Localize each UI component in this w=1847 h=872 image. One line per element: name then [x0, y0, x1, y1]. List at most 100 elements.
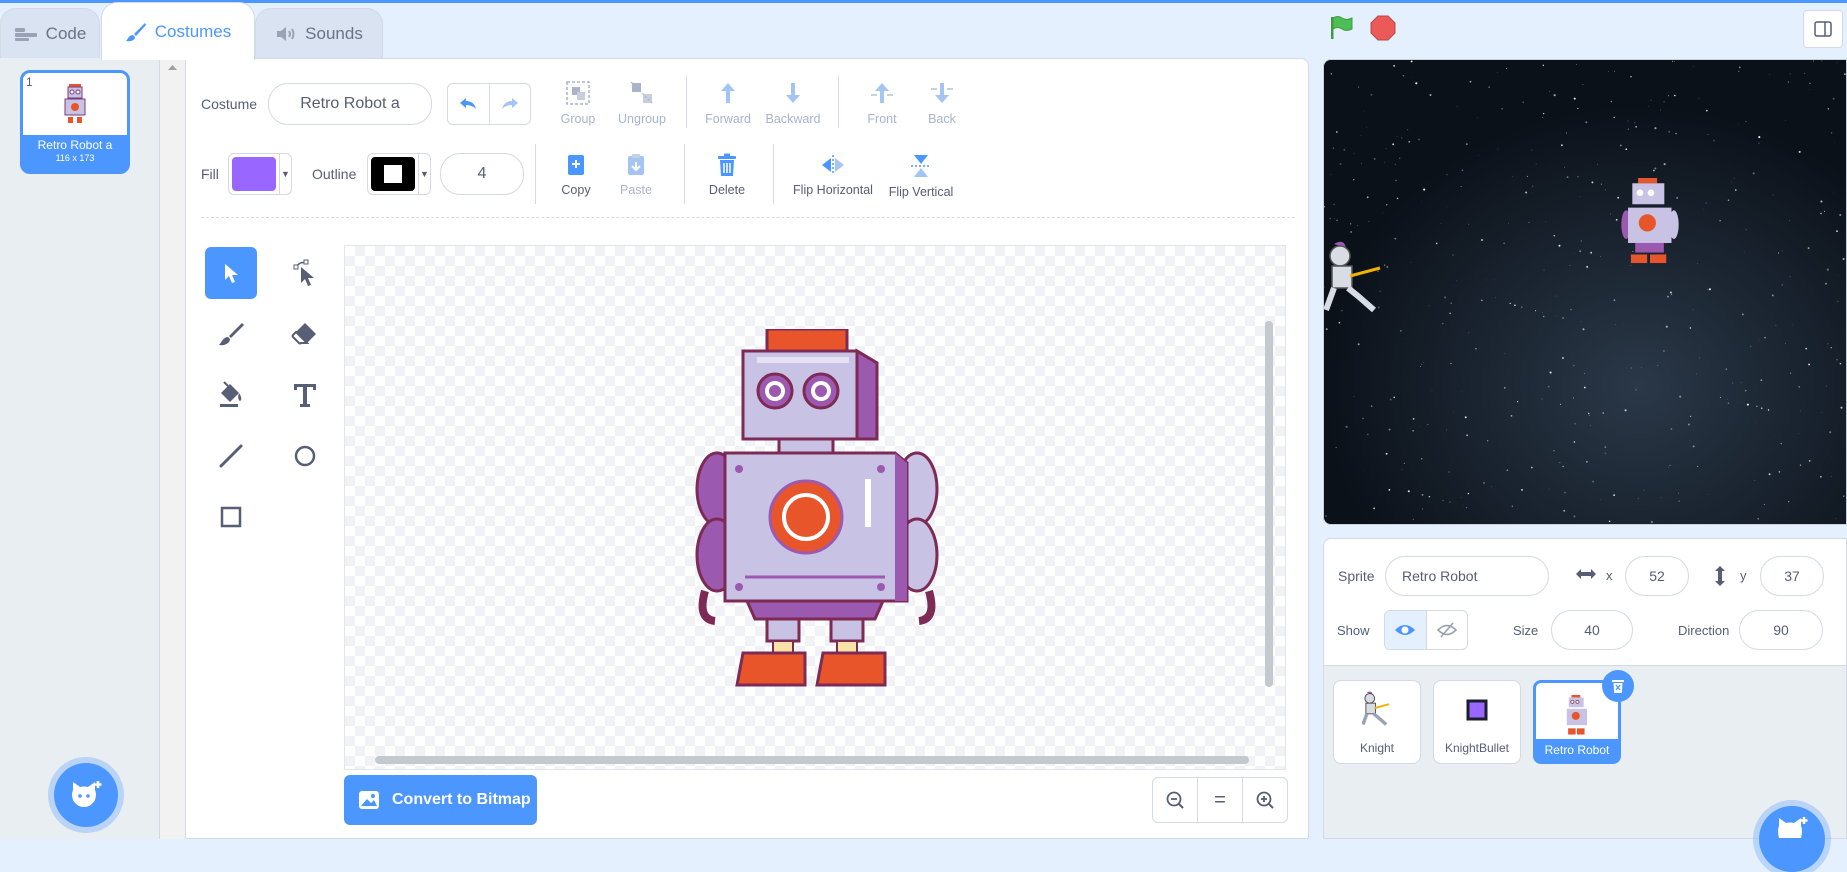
paste-label: Paste: [620, 183, 652, 197]
select-tool-button[interactable]: [205, 247, 257, 299]
circle-icon: [291, 442, 319, 470]
back-button[interactable]: Back: [920, 80, 964, 126]
undo-redo-group: [447, 83, 531, 125]
x-position-icon: [1574, 566, 1598, 582]
fill-color-swatch: [232, 157, 276, 191]
costume-size: 116 x 173: [23, 153, 127, 163]
line-icon: [217, 442, 245, 470]
outline-color-swatch: [371, 157, 415, 191]
bullet-thumbnail: [1466, 699, 1488, 721]
code-icon: [14, 26, 38, 42]
costume-name-input[interactable]: Retro Robot a: [268, 83, 432, 125]
scroll-up-arrow-icon: [160, 58, 185, 78]
flip-horizontal-label: Flip Horizontal: [793, 183, 873, 197]
hide-sprite-button[interactable]: [1427, 611, 1468, 649]
sprite-tile-knightbullet[interactable]: KnightBullet: [1433, 680, 1521, 764]
reshape-tool-button[interactable]: [279, 247, 331, 299]
choose-sprite-button[interactable]: [1759, 806, 1825, 872]
undo-icon: [458, 97, 478, 111]
toolbar-divider: [535, 144, 536, 204]
cat-add-icon: [1775, 816, 1809, 838]
y-position-icon: [1712, 564, 1728, 588]
choose-costume-button[interactable]: [54, 763, 118, 827]
delete-button[interactable]: Delete: [704, 153, 750, 197]
undo-button[interactable]: [448, 84, 490, 124]
fill-color-picker[interactable]: ▼: [228, 153, 292, 195]
zoom-out-button[interactable]: [1153, 778, 1198, 822]
stage-size-toggle-button[interactable]: [1803, 10, 1843, 48]
tab-code[interactable]: Code: [0, 8, 100, 58]
drawing-canvas[interactable]: [344, 245, 1286, 770]
canvas-horizontal-scrollbar[interactable]: [375, 756, 1249, 764]
group-button[interactable]: Group: [558, 80, 598, 126]
copy-button[interactable]: Copy: [556, 153, 596, 197]
rectangle-tool-button[interactable]: [205, 491, 257, 543]
knight-sprite[interactable]: [1324, 238, 1386, 318]
robot-costume-drawing: [695, 329, 939, 689]
brush-tool-button[interactable]: [205, 308, 257, 360]
starfield-backdrop: [1324, 60, 1847, 525]
text-tool-button[interactable]: [279, 369, 331, 421]
x-position-input[interactable]: 52: [1625, 556, 1689, 596]
flip-horizontal-button[interactable]: Flip Horizontal: [788, 153, 878, 197]
direction-input[interactable]: 90: [1739, 610, 1823, 650]
retro-robot-sprite[interactable]: [1620, 178, 1680, 264]
image-icon: [358, 790, 380, 810]
sprite-tile-knight[interactable]: Knight: [1333, 680, 1421, 764]
copy-label: Copy: [561, 183, 590, 197]
outline-color-picker[interactable]: ▼: [367, 153, 431, 195]
cat-add-icon: [69, 780, 103, 810]
show-sprite-button[interactable]: [1385, 611, 1427, 649]
front-icon: [869, 80, 895, 106]
back-label: Back: [928, 112, 956, 126]
sprite-tile-label: Knight: [1360, 741, 1394, 755]
tab-code-label: Code: [46, 24, 87, 44]
sprite-name-input[interactable]: Retro Robot: [1385, 556, 1549, 596]
back-icon: [929, 80, 955, 106]
trash-icon: [1611, 678, 1625, 694]
tab-sounds[interactable]: Sounds: [255, 8, 383, 58]
costume-list-scrollbar[interactable]: [160, 58, 185, 839]
tab-costumes[interactable]: Costumes: [101, 2, 255, 60]
flip-vertical-button[interactable]: Flip Vertical: [886, 153, 956, 199]
y-label: y: [1740, 568, 1747, 583]
size-input[interactable]: 40: [1551, 610, 1633, 650]
costume-number: 1: [26, 75, 33, 89]
show-label: Show: [1337, 623, 1370, 638]
redo-icon: [500, 97, 520, 111]
backward-button[interactable]: Backward: [762, 80, 824, 126]
convert-to-bitmap-button[interactable]: Convert to Bitmap: [344, 775, 537, 825]
eye-icon: [1394, 622, 1416, 638]
paste-icon: [625, 153, 647, 177]
green-flag-button[interactable]: [1328, 14, 1356, 42]
redo-button[interactable]: [490, 84, 531, 124]
delete-sprite-button[interactable]: [1602, 670, 1634, 702]
forward-label: Forward: [705, 112, 751, 126]
canvas-vertical-scrollbar[interactable]: [1265, 321, 1273, 687]
forward-button[interactable]: Forward: [702, 80, 754, 126]
visibility-toggle: [1384, 610, 1468, 650]
fill-tool-button[interactable]: [205, 369, 257, 421]
direction-label: Direction: [1678, 623, 1729, 638]
line-tool-button[interactable]: [205, 430, 257, 482]
rectangle-icon: [217, 503, 245, 531]
circle-tool-button[interactable]: [279, 430, 331, 482]
ungroup-button[interactable]: Ungroup: [614, 80, 670, 126]
trash-icon: [716, 153, 738, 177]
knight-thumbnail: [1362, 689, 1392, 729]
front-button[interactable]: Front: [860, 80, 904, 126]
toolbar-divider: [838, 76, 839, 128]
paste-button[interactable]: Paste: [616, 153, 656, 197]
stop-button[interactable]: [1369, 14, 1397, 42]
eraser-tool-button[interactable]: [279, 308, 331, 360]
costume-thumbnail-1[interactable]: 1 Retro Robot a 116 x 173: [20, 70, 130, 174]
flip-vertical-label: Flip Vertical: [889, 185, 954, 199]
chevron-down-icon: ▼: [418, 154, 430, 194]
flip-horizontal-icon: [820, 153, 846, 177]
size-label: Size: [1513, 623, 1538, 638]
stage[interactable]: [1323, 59, 1847, 525]
zoom-reset-button[interactable]: =: [1198, 778, 1243, 822]
y-position-input[interactable]: 37: [1760, 556, 1824, 596]
zoom-in-button[interactable]: [1243, 778, 1287, 822]
outline-width-input[interactable]: 4: [440, 153, 524, 195]
